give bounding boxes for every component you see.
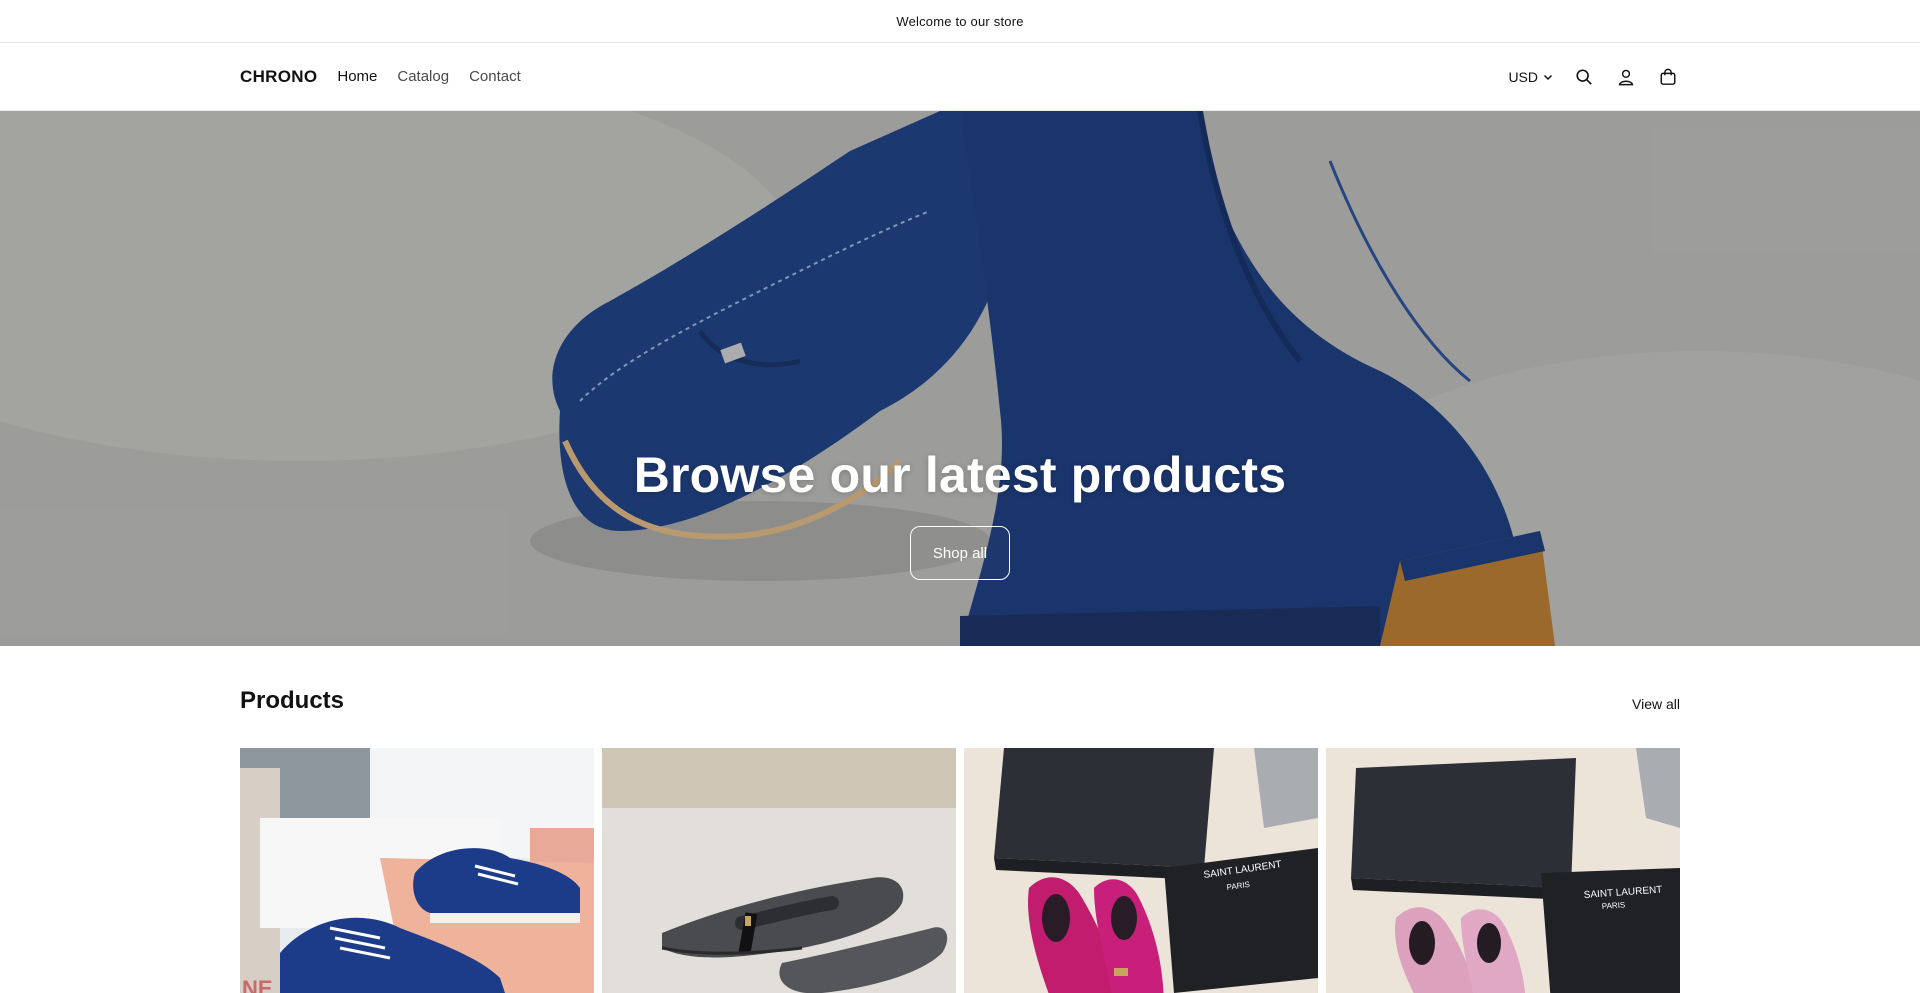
- printed-city: PARIS: [1602, 900, 1626, 911]
- nav-catalog[interactable]: Catalog: [397, 68, 449, 85]
- cart-button[interactable]: [1656, 65, 1680, 89]
- svg-text:NE: NE: [242, 976, 273, 993]
- currency-label: USD: [1508, 68, 1538, 85]
- nav-home[interactable]: Home: [337, 68, 377, 85]
- nav-contact[interactable]: Contact: [469, 68, 521, 85]
- account-icon: [1618, 69, 1634, 85]
- account-button[interactable]: [1614, 65, 1638, 89]
- store-logo[interactable]: CHRONO: [240, 67, 317, 87]
- product-image-blue-sneakers: NE: [240, 748, 594, 993]
- hero-content: Browse our latest products Shop all: [0, 446, 1920, 580]
- currency-selector[interactable]: USD: [1508, 69, 1554, 85]
- hero-title: Browse our latest products: [633, 447, 1287, 503]
- product-image-black-pointed-flats: [602, 748, 956, 993]
- view-all-link[interactable]: View all: [1632, 696, 1680, 712]
- products-title: Products: [240, 687, 345, 714]
- site-header: CHRONO Home Catalog Contact USD: [0, 43, 1920, 111]
- product-card[interactable]: [602, 748, 956, 993]
- header-left: CHRONO Home Catalog Contact: [240, 67, 521, 87]
- product-image-pink-flats: SAINT LAURENT PARIS: [1326, 748, 1680, 993]
- shop-all-button[interactable]: Shop all: [910, 526, 1010, 580]
- announcement-bar: Welcome to our store: [0, 0, 1920, 43]
- announcement-text: Welcome to our store: [896, 13, 1024, 29]
- product-grid: NE SAINT LAURENT PARIS SAINT LAURENT PAR…: [240, 748, 1680, 993]
- search-icon: [1576, 68, 1592, 85]
- product-card[interactable]: SAINT LAURENT PARIS: [964, 748, 1318, 993]
- product-card[interactable]: SAINT LAURENT PARIS: [1326, 748, 1680, 993]
- product-card[interactable]: NE: [240, 748, 594, 993]
- cart-icon: [1660, 68, 1676, 85]
- products-header: Products View all: [240, 646, 1680, 748]
- product-image-magenta-suede-flats: SAINT LAURENT PARIS: [964, 748, 1318, 993]
- hero-banner: Browse our latest products Shop all: [0, 111, 1920, 646]
- main-nav: Home Catalog Contact: [337, 68, 520, 85]
- search-button[interactable]: [1572, 65, 1596, 89]
- header-right: USD: [1508, 65, 1680, 89]
- products-section: Products View all NE SAINT LAURENT PARIS…: [0, 646, 1920, 993]
- chevron-down-icon: [1543, 74, 1553, 80]
